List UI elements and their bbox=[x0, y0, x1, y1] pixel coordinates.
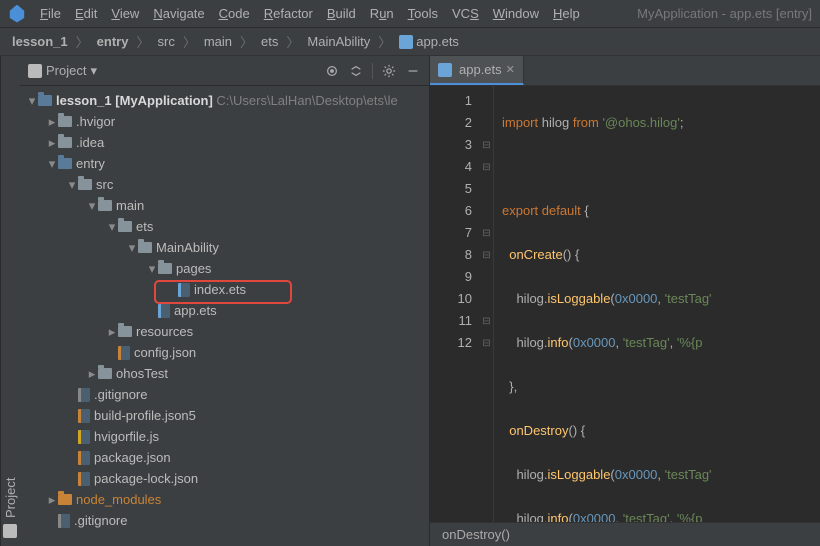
menu-view[interactable]: View bbox=[105, 4, 145, 23]
line-numbers: 123456789101112 bbox=[430, 86, 480, 522]
menu-file[interactable]: File bbox=[34, 4, 67, 23]
tree-node[interactable]: ▸.hvigor bbox=[20, 111, 429, 132]
tree-node[interactable]: build-profile.json5 bbox=[20, 405, 429, 426]
breadcrumb-item[interactable]: entry bbox=[93, 33, 133, 50]
editor: app.ets ✕ 123456789101112 ⊟⊟⊟⊟⊟⊟ import … bbox=[430, 56, 820, 546]
expand-all-icon[interactable] bbox=[348, 63, 364, 79]
menu-vcs[interactable]: VCS bbox=[446, 4, 485, 23]
locate-icon[interactable] bbox=[324, 63, 340, 79]
project-tree[interactable]: ▾ lesson_1 [MyApplication] C:\Users\LalH… bbox=[20, 86, 429, 546]
menu-window[interactable]: Window bbox=[487, 4, 545, 23]
tree-node[interactable]: .gitignore bbox=[20, 510, 429, 531]
tree-node[interactable]: ▸resources bbox=[20, 321, 429, 342]
divider bbox=[372, 63, 373, 79]
tab-app-ets[interactable]: app.ets ✕ bbox=[430, 56, 524, 85]
menu-bar: File Edit View Navigate Code Refactor Bu… bbox=[0, 0, 820, 28]
tree-node-entry[interactable]: ▾entry bbox=[20, 153, 429, 174]
menu-code[interactable]: Code bbox=[213, 4, 256, 23]
menu-navigate[interactable]: Navigate bbox=[147, 4, 210, 23]
breadcrumb-item[interactable]: ets bbox=[257, 33, 282, 50]
breadcrumb-item[interactable]: app.ets bbox=[395, 33, 463, 51]
gear-icon[interactable] bbox=[381, 63, 397, 79]
menu-help[interactable]: Help bbox=[547, 4, 586, 23]
tree-node-index-ets[interactable]: index.ets bbox=[20, 279, 429, 300]
menu-tools[interactable]: Tools bbox=[402, 4, 444, 23]
project-toolbar: Project ▾ bbox=[20, 56, 429, 86]
tree-node[interactable]: config.json bbox=[20, 342, 429, 363]
tree-node-app-ets[interactable]: app.ets bbox=[20, 300, 429, 321]
ets-file-icon bbox=[399, 35, 413, 49]
menu-build[interactable]: Build bbox=[321, 4, 362, 23]
menu-refactor[interactable]: Refactor bbox=[258, 4, 319, 23]
project-panel: Project ▾ ▾ lesson_1 [MyApplication] C:\… bbox=[20, 56, 430, 546]
breadcrumb-item[interactable]: lesson_1 bbox=[8, 33, 72, 50]
breadcrumb-item[interactable]: src bbox=[153, 33, 178, 50]
tree-node[interactable]: hvigorfile.js bbox=[20, 426, 429, 447]
menu-run[interactable]: Run bbox=[364, 4, 400, 23]
tree-node-root[interactable]: ▾ lesson_1 [MyApplication] C:\Users\LalH… bbox=[20, 90, 429, 111]
breadcrumb: lesson_1〉 entry〉 src〉 main〉 ets〉 MainAbi… bbox=[0, 28, 820, 56]
ets-file-icon bbox=[438, 63, 452, 77]
tree-node[interactable]: .gitignore bbox=[20, 384, 429, 405]
minimize-icon[interactable] bbox=[405, 63, 421, 79]
tree-node[interactable]: ▸node_modules bbox=[20, 489, 429, 510]
method-breadcrumb[interactable]: onDestroy() bbox=[430, 522, 820, 546]
tree-node[interactable]: ▾MainAbility bbox=[20, 237, 429, 258]
tree-node[interactable]: ▾pages bbox=[20, 258, 429, 279]
tree-node[interactable]: ▸.idea bbox=[20, 132, 429, 153]
project-icon bbox=[4, 524, 18, 538]
tree-node[interactable]: package-lock.json bbox=[20, 468, 429, 489]
tree-node[interactable]: ▸ohosTest bbox=[20, 363, 429, 384]
project-view-selector[interactable]: Project ▾ bbox=[28, 63, 97, 79]
tree-node[interactable]: package.json bbox=[20, 447, 429, 468]
app-logo-icon bbox=[8, 5, 26, 23]
tree-node[interactable]: ▾ets bbox=[20, 216, 429, 237]
editor-tabs: app.ets ✕ bbox=[430, 56, 820, 86]
sidebar-project-tab[interactable]: Project bbox=[0, 56, 20, 546]
code-content[interactable]: import hilog from '@ohos.hilog'; export … bbox=[494, 86, 820, 522]
close-icon[interactable]: ✕ bbox=[506, 63, 515, 76]
tree-node[interactable]: ▾src bbox=[20, 174, 429, 195]
tree-node[interactable]: ▾main bbox=[20, 195, 429, 216]
menu-edit[interactable]: Edit bbox=[69, 4, 103, 23]
project-icon bbox=[28, 64, 42, 78]
window-title: MyApplication - app.ets [entry] bbox=[637, 6, 812, 21]
chevron-down-icon: ▾ bbox=[90, 63, 97, 79]
fold-gutter[interactable]: ⊟⊟⊟⊟⊟⊟ bbox=[480, 86, 494, 522]
breadcrumb-item[interactable]: main bbox=[200, 33, 236, 50]
breadcrumb-item[interactable]: MainAbility bbox=[303, 33, 374, 50]
